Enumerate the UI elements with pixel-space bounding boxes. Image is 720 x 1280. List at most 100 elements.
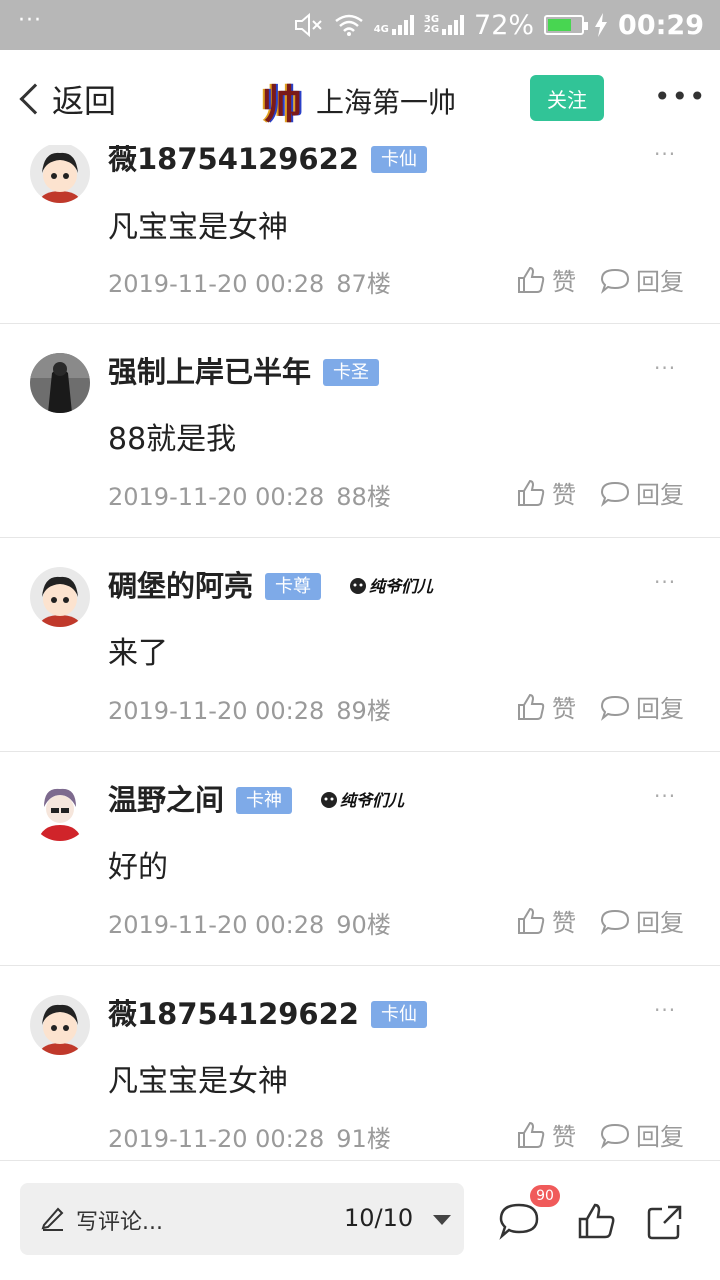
post-more-icon[interactable]: ··· [654,784,676,808]
username[interactable]: 温野之间 卡神 纯爷们儿 [108,777,412,819]
reply-label: 回复 [636,268,684,296]
like-label: 赞 [552,268,576,296]
reply-label: 回复 [636,481,684,509]
caret-down-icon[interactable] [433,1215,451,1225]
comment-placeholder: 写评论... [76,1210,163,1235]
more-options-icon[interactable]: ••• [654,80,707,113]
reply-time: 2019-11-20 00:28 [108,270,325,298]
reply-time: 2019-11-20 00:28 [108,483,325,511]
avatar[interactable] [30,353,90,413]
pencil-icon [41,1207,64,1231]
wifi-icon [334,14,363,36]
battery-percent: 72% [474,9,535,41]
user-tag-image: 纯爷们儿 [349,567,441,601]
level-badge: 卡圣 [323,359,380,386]
user-tag-image: 纯爷们儿 [320,781,412,815]
floor-number: 87楼 [336,270,391,298]
username[interactable]: 薇18754129622 卡仙 [108,991,427,1033]
page-indicator[interactable]: 10/10 [344,1204,413,1232]
back-button[interactable]: 返回 [14,76,116,122]
status-bar: ··· 4G 3G 2G 72% 00:29 [0,0,720,50]
like-button[interactable]: 赞 [516,689,576,724]
reply-meta: 2019-11-20 00:28 87楼 [108,264,391,299]
like-label: 赞 [552,481,576,509]
reply-label: 回复 [636,909,684,937]
charging-icon [595,13,608,37]
reply-button[interactable]: 回复 [600,1117,684,1152]
post-more-icon[interactable]: ··· [654,356,676,380]
like-label: 赞 [552,1123,576,1151]
level-badge: 卡仙 [370,1001,427,1028]
reply-label: 回复 [636,1123,684,1151]
bottom-action-bar: 写评论... 10/10 90 [0,1160,720,1280]
network-2g-label: 2G [423,24,440,35]
write-comment-input[interactable]: 写评论... 10/10 [20,1183,464,1255]
comment-icon [600,481,630,507]
reply-time: 2019-11-20 00:28 [108,1125,325,1153]
reply-button[interactable]: 回复 [600,689,684,724]
post-more-icon[interactable]: ··· [654,145,676,166]
avatar[interactable] [30,567,90,627]
signal-icon-2 [442,15,465,35]
comment-icon [600,909,630,935]
username[interactable]: 强制上岸已半年 卡圣 [108,349,380,391]
level-badge: 卡尊 [265,573,322,600]
like-label: 赞 [552,909,576,937]
thumbs-up-icon [518,266,545,293]
reply-post: 碉堡的阿亮 卡尊 纯爷们儿 ··· 来了 2019-11-20 00:28 89楼 … [0,538,720,752]
post-more-icon[interactable]: ··· [654,998,676,1022]
username[interactable]: 碉堡的阿亮 卡尊 纯爷们儿 [108,563,441,605]
reply-feed: 薇18754129622 卡仙 ··· 凡宝宝是女神 2019-11-20 00:… [0,145,720,1160]
floor-number: 89楼 [336,697,391,725]
post-more-icon[interactable]: ··· [654,570,676,594]
thumbs-up-icon [518,479,545,506]
reply-post: 薇18754129622 卡仙 ··· 凡宝宝是女神 2019-11-20 00:… [0,966,720,1160]
comment-icon [600,1123,630,1149]
reply-meta: 2019-11-20 00:28 90楼 [108,905,391,940]
reply-content: 凡宝宝是女神 [108,210,288,245]
reply-time: 2019-11-20 00:28 [108,911,325,939]
reply-button[interactable]: 回复 [600,475,684,510]
reply-label: 回复 [636,695,684,723]
avatar[interactable] [30,781,90,841]
share-icon[interactable] [646,1203,686,1241]
reply-meta: 2019-11-20 00:28 88楼 [108,477,391,512]
thumbs-up-icon [518,907,545,934]
thumbs-up-icon[interactable] [576,1201,616,1241]
reply-button[interactable]: 回复 [600,262,684,297]
reply-content: 好的 [108,850,168,885]
comment-count-icon[interactable] [498,1201,540,1241]
avatar[interactable] [30,995,90,1055]
mute-icon [294,12,322,38]
level-badge: 卡仙 [370,146,427,173]
comment-icon [600,268,630,294]
thumbs-up-icon [518,1121,545,1148]
username[interactable]: 薇18754129622 卡仙 [108,145,427,178]
like-button[interactable]: 赞 [516,903,576,938]
reply-meta: 2019-11-20 00:28 91楼 [108,1119,391,1154]
back-label: 返回 [52,82,117,120]
like-button[interactable]: 赞 [516,475,576,510]
avatar[interactable] [30,145,90,203]
chevron-left-icon [19,83,51,115]
reply-post: 薇18754129622 卡仙 ··· 凡宝宝是女神 2019-11-20 00:… [0,145,720,324]
reply-time: 2019-11-20 00:28 [108,697,325,725]
signal-icon [391,15,414,35]
like-button[interactable]: 赞 [516,262,576,297]
forum-logo: 帅 [262,81,302,128]
network-4g-label: 4G [373,24,389,35]
like-label: 赞 [552,695,576,723]
reply-button[interactable]: 回复 [600,903,684,938]
reply-content: 凡宝宝是女神 [108,1064,288,1099]
follow-button[interactable]: 关注 [530,75,604,121]
reply-content: 来了 [108,636,168,671]
nav-title-group[interactable]: 帅 上海第一帅 [262,72,456,130]
floor-number: 91楼 [336,1125,391,1153]
like-button[interactable]: 赞 [516,1117,576,1152]
reply-content: 88就是我 [108,422,237,457]
page-title: 上海第一帅 [316,86,457,119]
notification-dots: ··· [18,8,42,33]
clock: 00:29 [618,9,704,41]
top-nav-bar: 返回 帅 上海第一帅 关注 ••• [0,50,720,145]
floor-number: 88楼 [336,483,391,511]
